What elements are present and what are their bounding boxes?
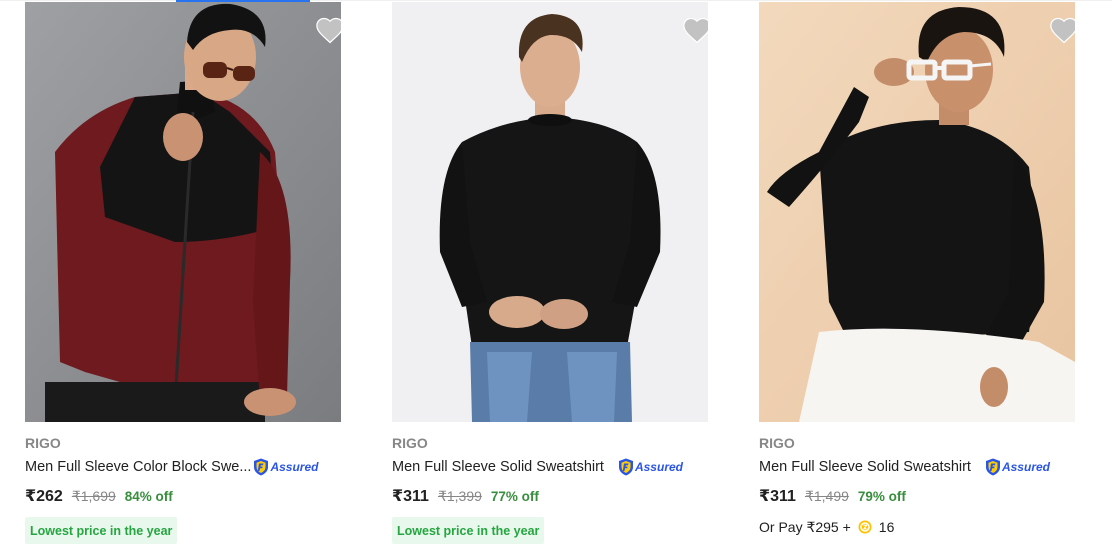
product-photo bbox=[759, 2, 1075, 422]
original-price: ₹1,399 bbox=[437, 488, 482, 504]
heart-icon[interactable] bbox=[315, 16, 341, 44]
discount-percent: 84% off bbox=[124, 489, 173, 504]
brand-name: RIGO bbox=[759, 435, 795, 451]
product-photo bbox=[392, 2, 708, 422]
shield-icon bbox=[618, 458, 633, 476]
selling-price: ₹311 bbox=[392, 488, 429, 505]
assured-badge: Assured bbox=[985, 458, 1050, 476]
assured-label: Assured bbox=[634, 460, 683, 474]
shield-icon bbox=[985, 458, 1000, 476]
product-card[interactable]: RIGO Men Full Sleeve Solid Sweatshirt As… bbox=[392, 2, 708, 544]
product-card[interactable]: RIGO Men Full Sleeve Color Block Swe... … bbox=[25, 2, 341, 544]
heart-icon[interactable] bbox=[682, 16, 708, 44]
shield-icon bbox=[254, 458, 269, 476]
original-price: ₹1,699 bbox=[71, 488, 116, 504]
product-title[interactable]: Men Full Sleeve Color Block Swe... bbox=[25, 459, 251, 475]
product-image[interactable] bbox=[392, 2, 708, 422]
selling-price: ₹262 bbox=[25, 488, 63, 505]
or-pay-text: Or Pay ₹295 + bbox=[759, 518, 851, 535]
assured-label: Assured bbox=[270, 460, 319, 474]
discount-percent: 79% off bbox=[857, 489, 906, 504]
product-title[interactable]: Men Full Sleeve Solid Sweatshirt bbox=[759, 459, 971, 475]
lowest-price-badge: Lowest price in the year bbox=[392, 517, 545, 544]
brand-name: RIGO bbox=[392, 435, 428, 451]
product-title[interactable]: Men Full Sleeve Solid Sweatshirt bbox=[392, 459, 604, 475]
product-image[interactable] bbox=[25, 2, 341, 422]
supercoin-icon bbox=[858, 520, 872, 534]
discount-percent: 77% off bbox=[490, 489, 539, 504]
assured-badge: Assured bbox=[253, 458, 318, 476]
supercoin-offer: Or Pay ₹295 + 16 bbox=[759, 517, 1075, 537]
top-divider bbox=[0, 0, 1112, 1]
supercoin-count: 16 bbox=[878, 519, 895, 535]
product-card[interactable]: RIGO Men Full Sleeve Solid Sweatshirt As… bbox=[759, 2, 1075, 537]
brand-name: RIGO bbox=[25, 435, 61, 451]
assured-label: Assured bbox=[1001, 460, 1050, 474]
lowest-price-badge: Lowest price in the year bbox=[25, 517, 178, 544]
product-image[interactable] bbox=[759, 2, 1075, 422]
product-photo bbox=[25, 2, 341, 422]
heart-icon[interactable] bbox=[1049, 16, 1075, 44]
original-price: ₹1,499 bbox=[804, 488, 849, 504]
selling-price: ₹311 bbox=[759, 488, 796, 505]
assured-badge: Assured bbox=[618, 458, 683, 476]
